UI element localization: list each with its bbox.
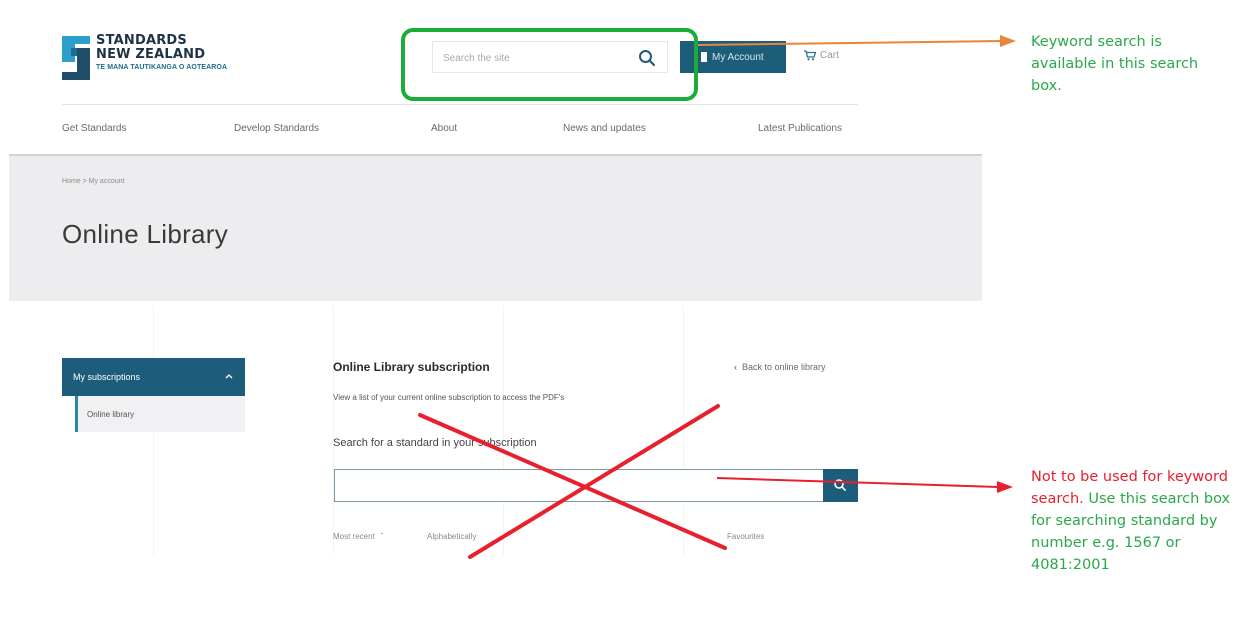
arrow-head-icon	[1000, 35, 1016, 47]
annotation-highlight-box	[401, 28, 698, 101]
sidebar-section-label: My subscriptions	[73, 372, 141, 382]
column-guide	[333, 305, 334, 555]
standard-search-input[interactable]	[343, 478, 813, 494]
chevron-up-icon	[225, 374, 233, 379]
logo-line-3: TE MANA TAUTIKANGA O AOTEAROA	[96, 64, 228, 71]
sort-most-recent[interactable]: Most recent ˆ	[333, 532, 383, 541]
header-divider	[62, 104, 858, 105]
subscription-title: Online Library subscription	[333, 360, 490, 374]
sort-option-label: Most recent	[333, 532, 375, 541]
standard-search-button[interactable]	[823, 469, 858, 502]
my-account-label: My Account	[712, 51, 764, 63]
user-icon	[701, 52, 707, 62]
sort-alphabetically[interactable]: Alphabetically	[427, 532, 476, 541]
back-link-label: Back to online library	[742, 362, 826, 372]
cart-label: Cart	[820, 50, 839, 61]
nav-item-news-and-updates[interactable]: News and updates	[563, 123, 646, 134]
nav-item-latest-publications[interactable]: Latest Publications	[758, 123, 842, 134]
nav-item-about[interactable]: About	[431, 123, 457, 134]
logo-mark[interactable]	[62, 36, 90, 80]
standard-search-label: Search for a standard in your subscripti…	[333, 437, 537, 449]
breadcrumb[interactable]: Home > My account	[62, 178, 124, 185]
nav-item-develop-standards[interactable]: Develop Standards	[234, 123, 319, 134]
cart-icon	[804, 50, 816, 61]
column-guide	[683, 305, 684, 555]
search-icon	[834, 479, 846, 491]
subscription-description: View a list of your current online subsc…	[333, 393, 565, 402]
logo-icon	[62, 36, 90, 80]
caret-up-icon: ˆ	[380, 532, 384, 541]
annotation-note-keyword-search: Keyword search is available in this sear…	[1031, 34, 1199, 94]
logo-wordmark[interactable]: STANDARDS NEW ZEALAND TE MANA TAUTIKANGA…	[96, 34, 227, 71]
back-to-library-link[interactable]: ‹ Back to online library	[734, 362, 826, 372]
sort-favourites[interactable]: Favourites	[727, 532, 764, 541]
page-title: Online Library	[62, 219, 229, 249]
logo-line-1: STANDARDS	[96, 33, 187, 48]
standard-search-box	[334, 469, 824, 502]
annotation-note-standard-search: Not to be used for keyword search. Use t…	[1031, 466, 1236, 576]
nav-item-get-standards[interactable]: Get Standards	[62, 123, 126, 134]
arrow-head-icon	[997, 481, 1013, 493]
chevron-left-icon: ‹	[734, 362, 737, 372]
logo-line-2: NEW ZEALAND	[96, 47, 206, 62]
sidebar-item-label: Online library	[87, 409, 135, 419]
sidebar-item-online-library[interactable]: Online library	[75, 396, 245, 432]
cart-link[interactable]: Cart	[804, 50, 839, 61]
column-guide	[503, 305, 504, 555]
sidebar-section-my-subscriptions[interactable]: My subscriptions	[62, 358, 245, 396]
